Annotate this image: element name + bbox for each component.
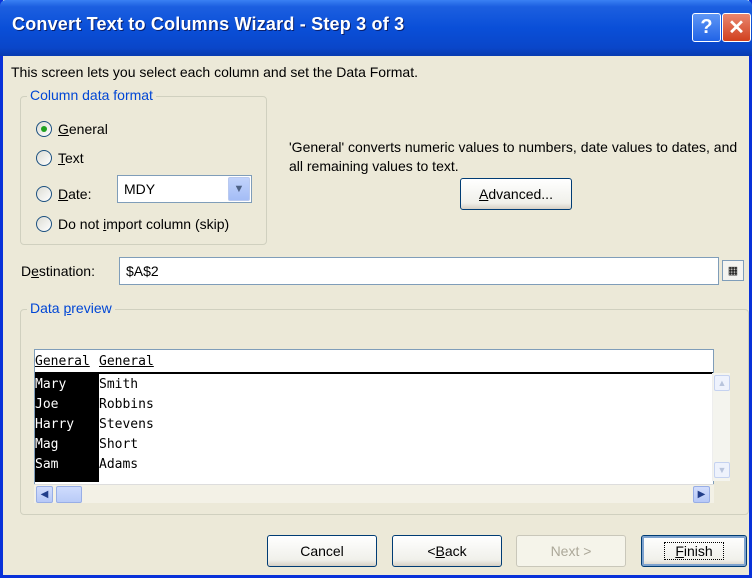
finish-focus-label: Finish: [664, 542, 724, 560]
finish-button[interactable]: Finish: [641, 535, 747, 567]
window-title: Convert Text to Columns Wizard - Step 3 …: [12, 14, 405, 34]
next-button[interactable]: Next >: [516, 535, 626, 567]
data-preview-legend: Data preview: [27, 300, 115, 316]
date-format-select[interactable]: MDY ▼: [117, 175, 252, 203]
data-preview-grid[interactable]: General General Mary Smith Joe Robbins Har…: [34, 349, 714, 503]
scrollbar-thumb[interactable]: [56, 486, 82, 503]
radio-button-icon: [36, 150, 52, 166]
description-text: This screen lets you select each column …: [11, 64, 418, 80]
preview-header-col2[interactable]: General: [99, 354, 299, 369]
advanced-button[interactable]: Advanced...: [460, 178, 572, 210]
help-icon: ?: [700, 16, 713, 38]
radio-date-label: Date:: [58, 186, 92, 202]
chevron-up-icon[interactable]: ▲: [714, 375, 730, 391]
radio-text-label: Text: [58, 150, 84, 166]
preview-header-row: General General: [35, 350, 713, 374]
help-button[interactable]: ?: [692, 13, 721, 42]
radio-button-icon: [36, 216, 52, 232]
radio-date[interactable]: Date:: [36, 186, 91, 202]
radio-general[interactable]: General: [36, 121, 108, 137]
chevron-right-icon[interactable]: ▶: [693, 486, 710, 503]
chevron-down-icon[interactable]: ▼: [228, 177, 250, 201]
preview-header-col1[interactable]: General: [35, 354, 99, 369]
title-bar[interactable]: Convert Text to Columns Wizard - Step 3 …: [0, 0, 752, 56]
back-button[interactable]: < Back: [392, 535, 502, 567]
horizontal-scrollbar[interactable]: ◀ ▶: [34, 484, 714, 503]
column-format-legend: Column data format: [27, 87, 156, 103]
radio-selected-dot-icon: [41, 126, 47, 132]
radio-text[interactable]: Text: [36, 150, 84, 166]
radio-skip-label: Do not import column (skip): [58, 216, 230, 232]
radio-general-label: General: [58, 121, 108, 137]
chevron-left-icon[interactable]: ◀: [36, 486, 53, 503]
radio-button-icon: [36, 121, 52, 137]
range-selector-icon[interactable]: ▦: [722, 260, 744, 281]
close-icon: ✕: [728, 17, 745, 39]
vertical-scrollbar[interactable]: ▲ ▼: [712, 373, 730, 481]
radio-skip-column[interactable]: Do not import column (skip): [36, 216, 229, 232]
destination-label: Destination:: [21, 263, 95, 279]
close-button[interactable]: ✕: [722, 13, 751, 42]
date-format-value: MDY: [124, 181, 156, 197]
destination-input[interactable]: $A$2: [119, 257, 719, 285]
format-note: 'General' converts numeric values to num…: [289, 139, 738, 174]
cancel-button[interactable]: Cancel: [267, 535, 377, 567]
chevron-down-icon[interactable]: ▼: [714, 462, 730, 478]
radio-button-icon: [36, 186, 52, 202]
dialog-window: Convert Text to Columns Wizard - Step 3 …: [0, 0, 752, 578]
